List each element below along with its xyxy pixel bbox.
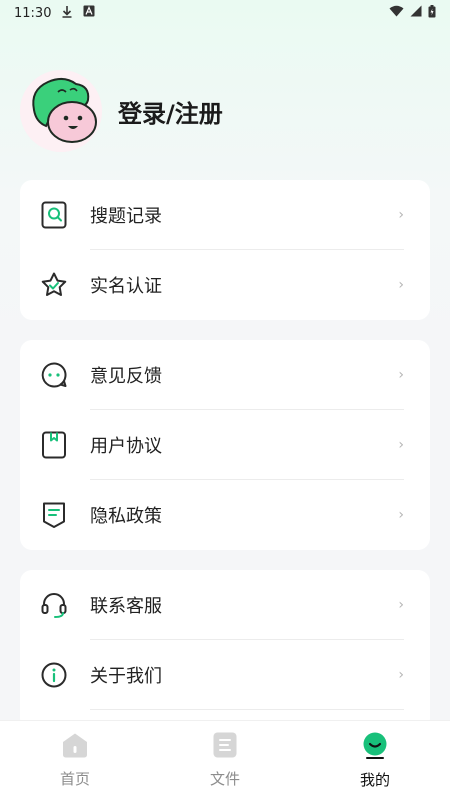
- menu-item-label: 隐私政策: [90, 506, 162, 527]
- wifi-icon: [389, 5, 404, 21]
- nav-label: 首页: [59, 770, 90, 788]
- menu-item-contact-service[interactable]: 联系客服 ›: [20, 570, 430, 640]
- profile-header[interactable]: 登录/注册: [20, 70, 223, 152]
- status-time: 11:30: [14, 5, 52, 21]
- menu-item-feedback[interactable]: 意见反馈 ›: [20, 340, 430, 410]
- bottom-nav: 首页 文件 我的: [0, 720, 450, 800]
- menu-item-label: 实名认证: [90, 276, 162, 297]
- chevron-right-icon: ›: [398, 277, 404, 293]
- file-icon: [213, 732, 237, 762]
- bookmark-doc-icon: [40, 431, 68, 459]
- battery-icon: [428, 4, 436, 22]
- menu-item-user-agreement[interactable]: 用户协议 ›: [20, 410, 430, 480]
- chevron-right-icon: ›: [398, 597, 404, 613]
- signal-icon: [410, 5, 422, 21]
- menu-item-real-name-verification[interactable]: 实名认证 ›: [20, 250, 430, 320]
- policy-doc-icon: [40, 501, 68, 529]
- chevron-right-icon: ›: [398, 507, 404, 523]
- chevron-right-icon: ›: [398, 367, 404, 383]
- menu-group-support: 联系客服 › 关于我们 ›: [20, 570, 430, 730]
- feedback-bubble-icon: [40, 361, 68, 389]
- menu-item-label: 用户协议: [90, 436, 162, 457]
- menu-item-search-history[interactable]: 搜题记录 ›: [20, 180, 430, 250]
- search-history-icon: [40, 201, 68, 229]
- headset-icon: [40, 591, 68, 619]
- menu-group-records: 搜题记录 › 实名认证 ›: [20, 180, 430, 320]
- nav-files[interactable]: 文件: [150, 721, 300, 800]
- menu-item-about-us[interactable]: 关于我们 ›: [20, 640, 430, 710]
- nav-label: 我的: [359, 771, 390, 789]
- login-register-link[interactable]: 登录/注册: [118, 94, 223, 129]
- download-icon: [61, 5, 73, 22]
- verified-star-icon: [40, 271, 68, 299]
- chevron-right-icon: ›: [398, 667, 404, 683]
- menu-item-privacy-policy[interactable]: 隐私政策 ›: [20, 480, 430, 550]
- info-icon: [40, 661, 68, 689]
- nav-mine[interactable]: 我的: [300, 721, 450, 800]
- menu-item-label: 意见反馈: [90, 366, 162, 387]
- menu-group-feedback: 意见反馈 › 用户协议 › 隐私政策 ›: [20, 340, 430, 550]
- chevron-right-icon: ›: [398, 437, 404, 453]
- chevron-right-icon: ›: [398, 207, 404, 223]
- home-icon: [61, 732, 89, 762]
- nav-home[interactable]: 首页: [0, 721, 150, 800]
- menu-item-label: 关于我们: [90, 666, 162, 687]
- menu-item-label: 联系客服: [90, 596, 162, 617]
- profile-icon: [361, 731, 389, 763]
- menu-item-label: 搜题记录: [90, 206, 162, 227]
- a-icon: [83, 5, 95, 21]
- nav-label: 文件: [209, 770, 240, 788]
- status-bar: 11:30: [0, 0, 450, 26]
- cartoon-avatar-icon[interactable]: [20, 70, 102, 152]
